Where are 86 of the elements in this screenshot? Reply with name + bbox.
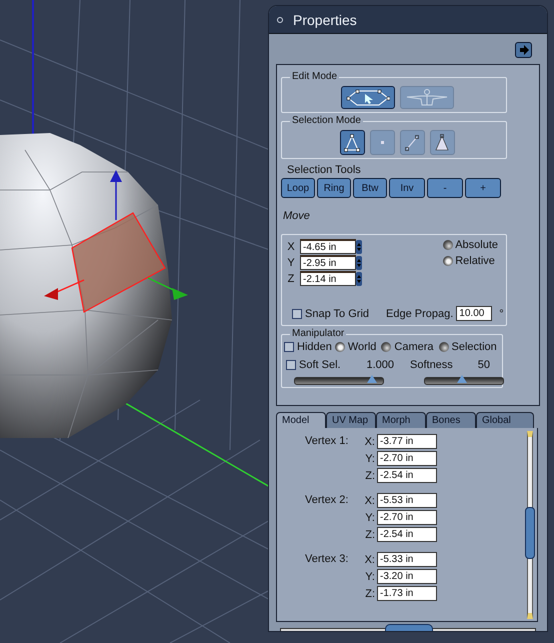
coordinate-field[interactable]: -2.14 in	[300, 271, 356, 286]
radio-label: Selection	[452, 341, 497, 353]
axis-label: X:	[364, 554, 375, 566]
spinner-icon[interactable]	[356, 256, 362, 270]
edge-propagation-field[interactable]: 10.00	[456, 306, 492, 321]
coordinate-field[interactable]: -1.73 in	[377, 586, 437, 601]
coordinate-field[interactable]: -2.54 in	[377, 468, 437, 483]
checkbox-label: Snap To Grid	[305, 308, 370, 320]
section-label: Move	[283, 210, 311, 222]
radio-label: Relative	[455, 255, 495, 267]
face-select-button[interactable]	[430, 130, 454, 155]
checkbox-label: Soft Sel.	[299, 359, 341, 371]
slider-reading: 50	[478, 359, 490, 371]
figure-edit-button[interactable]	[400, 86, 454, 109]
edge-select-button[interactable]	[400, 130, 424, 155]
selection-tool-button[interactable]: Btw	[353, 178, 387, 198]
triangle-icon	[434, 134, 450, 152]
expand-arrow-button[interactable]	[515, 42, 532, 58]
axis-label: Z	[286, 272, 296, 284]
tab[interactable]: UV Map	[326, 412, 376, 428]
tab[interactable]: Morph	[376, 412, 426, 428]
coordinate-field[interactable]: -2.54 in	[377, 527, 437, 542]
selection-tool-button[interactable]: Ring	[317, 178, 351, 198]
radio-label: Absolute	[455, 239, 498, 251]
selection-tool-button[interactable]: Inv	[389, 178, 425, 198]
group-label: Selection Mode	[290, 115, 363, 126]
group-label: Manipulator	[290, 328, 346, 339]
axis-label: X:	[364, 494, 375, 506]
polygon-icon	[346, 88, 390, 106]
vertex-label: Vertex 1:	[305, 434, 347, 447]
unit-label: °	[499, 308, 504, 320]
coordinate-field[interactable]: -2.70 in	[377, 510, 437, 525]
vertex-label: Vertex 3:	[305, 552, 347, 565]
vertical-scrollbar[interactable]	[527, 431, 533, 619]
axis-label: Z:	[364, 588, 375, 600]
selection-tool-button[interactable]: -	[427, 178, 463, 198]
spinner-icon[interactable]	[356, 272, 362, 286]
checkbox[interactable]	[292, 308, 302, 318]
spinner-icon[interactable]	[356, 240, 362, 254]
polygon-edit-button[interactable]	[340, 86, 394, 109]
checkbox[interactable]	[286, 360, 296, 370]
radio-button[interactable]	[443, 256, 454, 266]
tab[interactable]: Global	[476, 412, 534, 428]
axis-label: Y:	[364, 512, 375, 524]
selection-tool-button[interactable]: Loop	[281, 178, 315, 198]
right-arrow-icon	[518, 45, 528, 55]
radio-label: Camera	[394, 341, 434, 353]
radio-button[interactable]	[438, 342, 449, 352]
coordinate-field[interactable]: -2.70 in	[377, 451, 437, 466]
circle-icon	[277, 16, 283, 22]
coordinate-field[interactable]: -5.53 in	[377, 493, 437, 508]
panel-title: Properties	[293, 12, 357, 28]
coordinate-field[interactable]: -3.20 in	[377, 569, 437, 584]
tab[interactable]: Model	[276, 412, 326, 428]
axis-label: Y:	[364, 570, 375, 582]
axis-label: Y	[286, 256, 296, 268]
group-label: Edit Mode	[290, 71, 340, 82]
triangle-icon	[344, 134, 360, 152]
axis-label: Z:	[364, 470, 375, 482]
figure-icon	[404, 88, 448, 106]
checkbox[interactable]	[284, 342, 294, 352]
selection-tool-button[interactable]: +	[465, 178, 501, 198]
coordinate-field[interactable]: -3.77 in	[377, 434, 437, 449]
scroll-thumb[interactable]	[525, 507, 535, 559]
axis-label: Y:	[364, 452, 375, 464]
radio-button[interactable]	[334, 342, 345, 352]
radio-label: World	[348, 341, 376, 353]
radio-button[interactable]	[443, 240, 454, 250]
axis-label: X:	[364, 436, 375, 448]
section-label: Selection Tools	[286, 164, 362, 176]
axis-label: Z:	[364, 528, 375, 540]
vertex-label: Vertex 2:	[305, 493, 347, 506]
slider-label: Softness	[410, 359, 453, 371]
checkbox-label: Hidden	[297, 341, 332, 353]
coordinate-field[interactable]: -5.33 in	[377, 552, 437, 567]
tab[interactable]: Bones	[426, 412, 476, 428]
triangle-select-button[interactable]	[340, 130, 364, 155]
field-label: Edge Propag.	[386, 308, 454, 320]
coordinate-field[interactable]: -4.65 in	[300, 239, 356, 254]
slider-thumb[interactable]	[367, 375, 378, 383]
slider-reading: 1.000	[366, 359, 394, 371]
coordinate-field[interactable]: -2.95 in	[300, 255, 356, 270]
edge-icon	[404, 134, 420, 152]
radio-button[interactable]	[381, 342, 392, 352]
slider-thumb[interactable]	[457, 375, 468, 383]
axis-label: X	[286, 240, 296, 252]
